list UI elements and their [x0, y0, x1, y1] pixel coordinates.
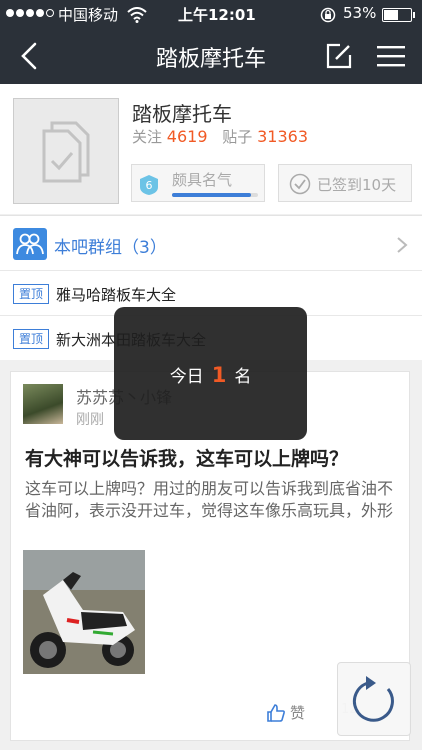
clock: 上午12:01 — [178, 6, 256, 24]
battery-percent: 53% — [343, 4, 377, 22]
rank-suffix: 名 — [234, 367, 252, 387]
follow-count: 4619 — [166, 127, 208, 146]
post-body: 这车可以上牌吗？用过的朋友可以告诉我到底省油不省油阿，表示没开过车，觉得这车像乐… — [25, 479, 394, 520]
status-bar: 中国移动 上午12:01 53% — [0, 0, 422, 28]
level-badge-icon: 6 — [140, 175, 158, 195]
posts-count: 31363 — [257, 127, 308, 146]
page-title: 踏板摩托车 — [155, 47, 266, 72]
signed-in-label: 已签到10天 — [317, 176, 397, 194]
post-time: 刚刚 — [76, 412, 104, 428]
forum-stats: 关注 4619 贴子 31363 — [132, 126, 318, 147]
document-icon — [42, 121, 90, 183]
checkmark-circle-icon — [289, 173, 311, 195]
level-name: 颇具名气 — [172, 171, 233, 189]
compose-icon[interactable] — [325, 42, 353, 70]
group-label: 本吧群组（3） — [54, 238, 167, 258]
thumbs-up-icon — [267, 703, 285, 722]
post-title[interactable]: 有大神可以告诉我，这车可以上牌吗？ — [25, 444, 348, 471]
navigation-bar: 踏板摩托车 — [0, 28, 422, 84]
avatar[interactable] — [23, 384, 63, 424]
refresh-button[interactable] — [337, 662, 411, 736]
chevron-right-icon — [397, 237, 408, 253]
rank-toast: 今日 1 名 — [114, 307, 307, 440]
pinned-title: 雅马哈踏板车大全 — [56, 286, 177, 304]
forum-avatar[interactable] — [13, 98, 119, 204]
refresh-icon — [352, 676, 394, 722]
like-label: 赞 — [290, 704, 306, 722]
rank-number: 1 — [211, 363, 227, 387]
rank-prefix: 今日 — [169, 367, 204, 387]
menu-icon[interactable] — [376, 44, 406, 68]
follow-label: 关注 — [132, 128, 163, 146]
battery-icon — [382, 8, 415, 22]
level-button[interactable]: 6 颇具名气 — [131, 164, 265, 202]
level-progress-bar — [172, 193, 258, 197]
posts-label: 贴子 — [222, 128, 253, 146]
carrier-name: 中国移动 — [58, 6, 119, 24]
top-bar: 中国移动 上午12:01 53% 踏板摩托车 — [0, 0, 422, 84]
forum-header: 踏板摩托车 关注 4619 贴子 31363 6 颇具名气 已签到10天 — [0, 84, 422, 214]
pinned-tag: 置顶 — [13, 284, 49, 304]
forum-name: 踏板摩托车 — [132, 102, 232, 126]
signed-in-button[interactable]: 已签到10天 — [278, 164, 412, 202]
level-number: 6 — [146, 179, 153, 192]
pinned-tag: 置顶 — [13, 329, 49, 349]
rotation-lock-icon — [320, 7, 336, 23]
group-icon — [13, 228, 47, 260]
signal-icon — [6, 9, 54, 17]
post-image[interactable] — [23, 550, 145, 674]
wifi-icon — [127, 7, 147, 23]
like-button[interactable]: 赞 — [266, 702, 305, 723]
rank-toast-text: 今日 1 名 — [114, 362, 307, 387]
group-row[interactable]: 本吧群组（3） — [0, 215, 422, 270]
